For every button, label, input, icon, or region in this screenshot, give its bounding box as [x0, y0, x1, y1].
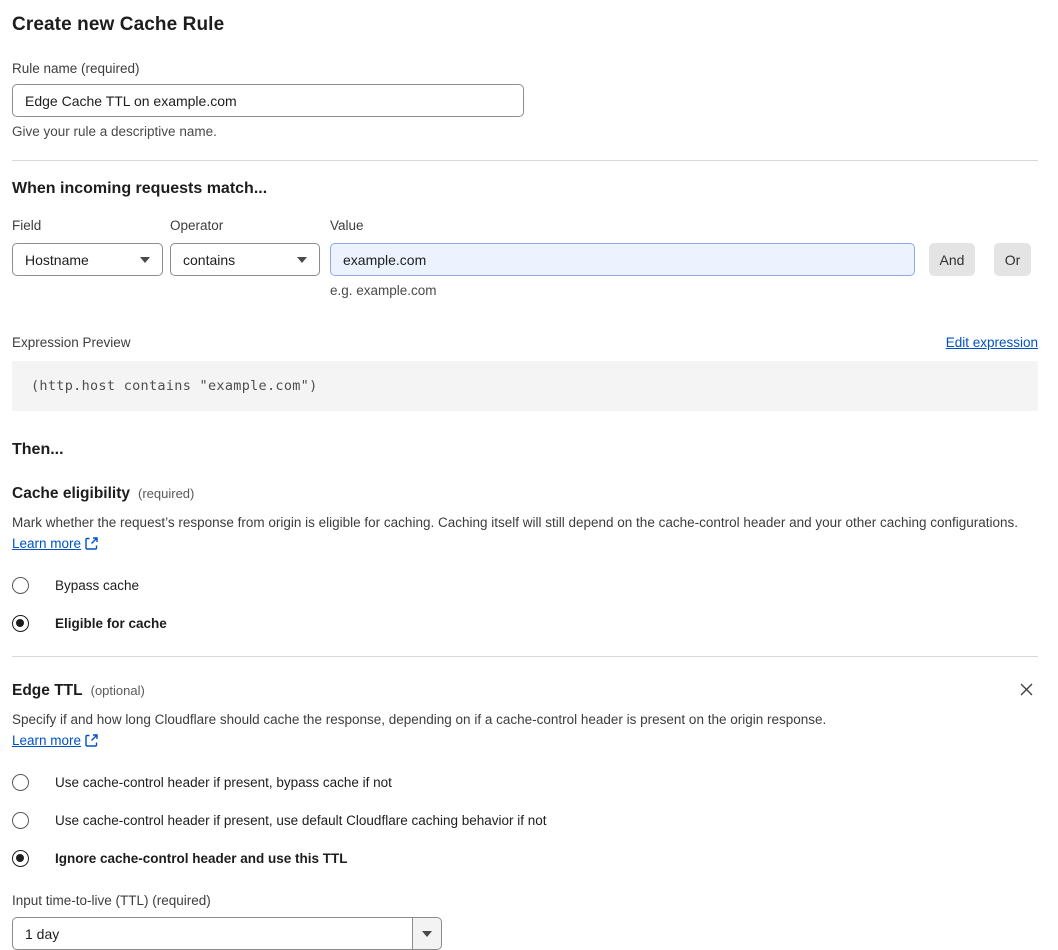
radio-label: Bypass cache	[55, 578, 140, 593]
cache-eligibility-heading-row: Cache eligibility (required)	[12, 485, 1038, 503]
edge-ttl-options: Use cache-control header if present, byp…	[12, 774, 1038, 867]
radio-option-use-header-default[interactable]: Use cache-control header if present, use…	[12, 812, 1038, 829]
caret-down-icon	[140, 256, 150, 263]
rule-name-block: Rule name (required) Give your rule a de…	[12, 61, 1038, 139]
field-select[interactable]: Hostname	[12, 243, 163, 276]
operator-column: Operator contains	[170, 218, 320, 276]
divider	[12, 160, 1038, 161]
page-title: Create new Cache Rule	[12, 14, 225, 35]
create-cache-rule-form: Create new Cache Rule Rule name (require…	[12, 0, 1038, 950]
radio-label: Use cache-control header if present, use…	[55, 813, 547, 828]
cache-eligibility-description: Mark whether the request’s response from…	[12, 512, 1022, 556]
expression-preview-label: Expression Preview	[12, 335, 131, 350]
then-heading: Then...	[12, 441, 64, 458]
value-input[interactable]	[330, 243, 915, 276]
radio-option-bypass-cache[interactable]: Bypass cache	[12, 577, 1038, 594]
value-column: Value	[330, 218, 915, 276]
operator-label: Operator	[170, 218, 224, 233]
expression-header: Expression Preview Edit expression	[12, 335, 1038, 350]
radio-label: Use cache-control header if present, byp…	[55, 775, 392, 790]
value-help: e.g. example.com	[330, 283, 437, 298]
ttl-select[interactable]: 1 day	[12, 917, 442, 950]
field-select-value: Hostname	[25, 251, 89, 268]
radio-icon[interactable]	[12, 615, 29, 632]
ttl-select-button[interactable]	[412, 917, 442, 950]
rule-name-input[interactable]	[12, 84, 524, 117]
radio-icon[interactable]	[12, 812, 29, 829]
criteria-row: Field Hostname Operator contains Value A…	[12, 218, 1038, 276]
ttl-select-value[interactable]: 1 day	[12, 917, 412, 950]
cache-eligibility-options: Bypass cache Eligible for cache	[12, 577, 1038, 632]
rule-name-label: Rule name (required)	[12, 61, 140, 76]
operator-select[interactable]: contains	[170, 243, 320, 276]
radio-option-use-header-bypass[interactable]: Use cache-control header if present, byp…	[12, 774, 1038, 791]
learn-more-link[interactable]: Learn more	[12, 733, 81, 748]
divider	[12, 656, 1038, 657]
radio-label: Ignore cache-control header and use this…	[55, 851, 348, 866]
required-note: (required)	[138, 486, 195, 501]
or-button[interactable]: Or	[994, 243, 1031, 276]
match-section: When incoming requests match... Field Ho…	[12, 180, 1038, 298]
optional-note: (optional)	[90, 683, 145, 698]
radio-label: Eligible for cache	[55, 616, 167, 631]
close-edge-ttl-button[interactable]	[1017, 680, 1036, 699]
expression-section: Expression Preview Edit expression (http…	[12, 335, 1038, 411]
radio-icon[interactable]	[12, 850, 29, 867]
radio-icon[interactable]	[12, 577, 29, 594]
caret-down-icon	[422, 930, 432, 937]
cache-eligibility-section: Cache eligibility (required) Mark whethe…	[12, 485, 1038, 632]
radio-option-eligible-for-cache[interactable]: Eligible for cache	[12, 615, 1038, 632]
match-heading: When incoming requests match...	[12, 180, 268, 197]
edge-ttl-description: Specify if and how long Cloudflare shoul…	[12, 709, 852, 753]
and-button[interactable]: And	[929, 243, 975, 276]
edge-ttl-header-row: Edge TTL (optional)	[12, 682, 1038, 700]
external-link-icon	[85, 535, 98, 556]
caret-down-icon	[297, 256, 307, 263]
cache-eligibility-description-text: Mark whether the request’s response from…	[12, 515, 1019, 530]
edit-expression-link[interactable]: Edit expression	[946, 335, 1038, 350]
field-column: Field Hostname	[12, 218, 163, 276]
cache-eligibility-heading: Cache eligibility	[12, 485, 131, 502]
expression-code: (http.host contains "example.com")	[12, 361, 1038, 411]
ttl-block: Input time-to-live (TTL) (required) 1 da…	[12, 893, 1038, 950]
edge-ttl-section: Edge TTL (optional) Specify if and how l…	[12, 682, 1038, 950]
edge-ttl-heading-row: Edge TTL (optional)	[12, 682, 145, 700]
radio-icon[interactable]	[12, 774, 29, 791]
rule-name-help: Give your rule a descriptive name.	[12, 124, 217, 139]
learn-more-link[interactable]: Learn more	[12, 536, 81, 551]
edge-ttl-heading: Edge TTL	[12, 682, 83, 699]
close-icon	[1019, 683, 1034, 700]
operator-select-value: contains	[183, 251, 236, 268]
field-label: Field	[12, 218, 42, 233]
external-link-icon	[85, 732, 98, 753]
radio-option-ignore-header-use-ttl[interactable]: Ignore cache-control header and use this…	[12, 850, 1038, 867]
edge-ttl-description-text: Specify if and how long Cloudflare shoul…	[12, 712, 827, 727]
value-label: Value	[330, 218, 364, 233]
